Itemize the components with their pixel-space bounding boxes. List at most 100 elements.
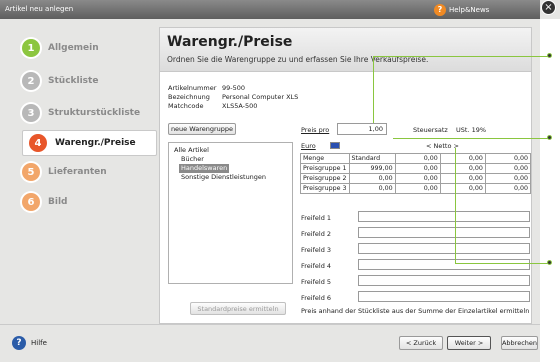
callout-dot [547, 53, 552, 58]
header-cell: Standard [348, 153, 396, 164]
window-title: Artikel neu anlegen [5, 5, 74, 13]
tree-item-sonstige-dienstleistungen[interactable]: Sonstige Dienstleistungen [179, 173, 268, 182]
preis-pro-label: Preis pro [301, 126, 330, 134]
artikelnummer-value: 99-500 [222, 84, 246, 92]
step-stueckliste[interactable]: 2 Stückliste [22, 69, 152, 93]
next-button[interactable]: Weiter > [447, 336, 491, 350]
freifeld-2-input[interactable] [358, 227, 530, 238]
tree-item-buecher[interactable]: Bücher [179, 155, 206, 164]
freifeld-1-input[interactable] [358, 211, 530, 222]
steuersatz-label: Steuersatz [413, 126, 448, 134]
callout-line [455, 148, 456, 263]
freifeld-6-input[interactable] [358, 291, 530, 302]
step-strukturstueckliste[interactable]: 3 Strukturstückliste [22, 101, 152, 125]
new-group-button[interactable]: neue Warengruppe [168, 123, 236, 135]
step-label: Lieferanten [48, 167, 107, 177]
step-bild[interactable]: 6 Bild [22, 190, 152, 214]
step-number: 4 [29, 134, 47, 152]
help-icon: ? [434, 3, 446, 16]
group-tree[interactable]: Alle Artikel Bücher Handelswaren Sonstig… [168, 142, 293, 284]
freifeld-4-input[interactable] [358, 259, 530, 270]
step-label: Stückliste [48, 76, 99, 86]
freifeld-label: Freifeld 5 [301, 278, 332, 286]
callout-line [373, 56, 548, 57]
step-label: Allgemein [48, 43, 99, 53]
price-cell[interactable]: 0,00 [439, 163, 486, 174]
preis-pro-input[interactable]: 1,00 [337, 123, 387, 135]
price-cell[interactable]: 0,00 [439, 173, 486, 184]
callout-line [455, 263, 548, 264]
matchcode-value: XLS5A-500 [222, 102, 258, 110]
page-header: Warengr./Preise Ordnen Sie die Warengrup… [160, 28, 531, 72]
step-label: Warengr./Preise [55, 138, 136, 148]
cancel-button[interactable]: Abbrechen [501, 336, 538, 350]
price-cell[interactable]: 0,00 [484, 183, 532, 194]
freifeld-3-input[interactable] [358, 243, 530, 254]
artikelnummer-label: Artikelnummer [168, 84, 217, 92]
page-title: Warengr./Preise [167, 34, 293, 50]
price-cell[interactable]: 0,00 [394, 173, 441, 184]
table-row: Preisgruppe 2 0,00 0,00 0,00 0,00 [300, 173, 532, 184]
tree-item-handelswaren[interactable]: Handelswaren [179, 164, 230, 173]
step-warengr-preise[interactable]: 4 Warengr./Preise [22, 130, 157, 156]
price-cell[interactable]: 0,00 [394, 183, 441, 194]
close-icon[interactable]: × [541, 0, 556, 15]
content-panel: Warengr./Preise Ordnen Sie die Warengrup… [159, 27, 532, 324]
price-cell[interactable]: 0,00 [394, 163, 441, 174]
step-number: 2 [22, 72, 40, 90]
wizard-steps: 1 Allgemein 2 Stückliste 3 Strukturstück… [0, 19, 158, 324]
freifeld-5-input[interactable] [358, 275, 530, 286]
footer-bar: ? Hilfe < Zurück Weiter > Abbrechen [0, 324, 540, 362]
callout-dot [547, 135, 552, 140]
help-news-label: Help&News [449, 5, 490, 14]
background-strip [540, 19, 560, 362]
header-cell: Menge [300, 153, 350, 164]
help-news-link[interactable]: ? Help&News [434, 3, 489, 16]
row-label: Preisgruppe 2 [300, 173, 350, 184]
help-icon[interactable]: ? [12, 336, 26, 350]
row-label: Preisgruppe 3 [300, 183, 350, 194]
freifeld-label: Freifeld 3 [301, 246, 332, 254]
callout-line [393, 138, 548, 139]
dialog-window: Artikel neu anlegen ? Help&News × 1 Allg… [0, 0, 560, 362]
table-row: Preisgruppe 3 0,00 0,00 0,00 0,00 [300, 183, 532, 194]
currency-label: Euro [301, 142, 316, 150]
callout-dot [547, 260, 552, 265]
callout-line [373, 56, 374, 123]
step-label: Strukturstückliste [48, 108, 141, 118]
price-cell[interactable]: 0,00 [439, 183, 486, 194]
header-cell[interactable]: 0,00 [439, 153, 486, 164]
freifeld-label: Freifeld 4 [301, 262, 332, 270]
header-cell[interactable]: 0,00 [394, 153, 441, 164]
freifeld-label: Freifeld 1 [301, 214, 332, 222]
header-cell[interactable]: 0,00 [484, 153, 532, 164]
eu-flag-icon [330, 142, 340, 149]
bezeichnung-value: Personal Computer XLS [222, 93, 299, 101]
step-allgemein[interactable]: 1 Allgemein [22, 36, 152, 60]
step-label: Bild [48, 197, 68, 207]
back-button[interactable]: < Zurück [399, 336, 443, 350]
stueckliste-price-note: Preis anhand der Stückliste aus der Summ… [301, 307, 530, 315]
steuersatz-value: USt. 19% [456, 126, 487, 134]
matchcode-label: Matchcode [168, 102, 204, 110]
standard-prices-button[interactable]: Standardpreise ermitteln [190, 302, 286, 315]
step-number: 6 [22, 193, 40, 211]
step-lieferanten[interactable]: 5 Lieferanten [22, 160, 152, 184]
table-row: Preisgruppe 1 999,00 0,00 0,00 0,00 [300, 163, 532, 174]
freifeld-label: Freifeld 6 [301, 294, 332, 302]
freifeld-label: Freifeld 2 [301, 230, 332, 238]
price-table: Menge Standard 0,00 0,00 0,00 Preisgrupp… [300, 153, 532, 194]
price-cell[interactable]: 0,00 [484, 173, 532, 184]
row-label: Preisgruppe 1 [300, 163, 350, 174]
tree-item-alle-artikel[interactable]: Alle Artikel [172, 146, 211, 155]
price-cell[interactable]: 0,00 [348, 183, 396, 194]
title-bar: Artikel neu anlegen ? Help&News [0, 0, 540, 19]
step-number: 3 [22, 104, 40, 122]
price-cell[interactable]: 999,00 [348, 163, 396, 174]
price-cell[interactable]: 0,00 [484, 163, 532, 174]
price-cell[interactable]: 0,00 [348, 173, 396, 184]
bezeichnung-label: Bezeichnung [168, 93, 210, 101]
step-number: 5 [22, 163, 40, 181]
help-label[interactable]: Hilfe [31, 339, 47, 347]
table-header-row: Menge Standard 0,00 0,00 0,00 [300, 153, 532, 164]
